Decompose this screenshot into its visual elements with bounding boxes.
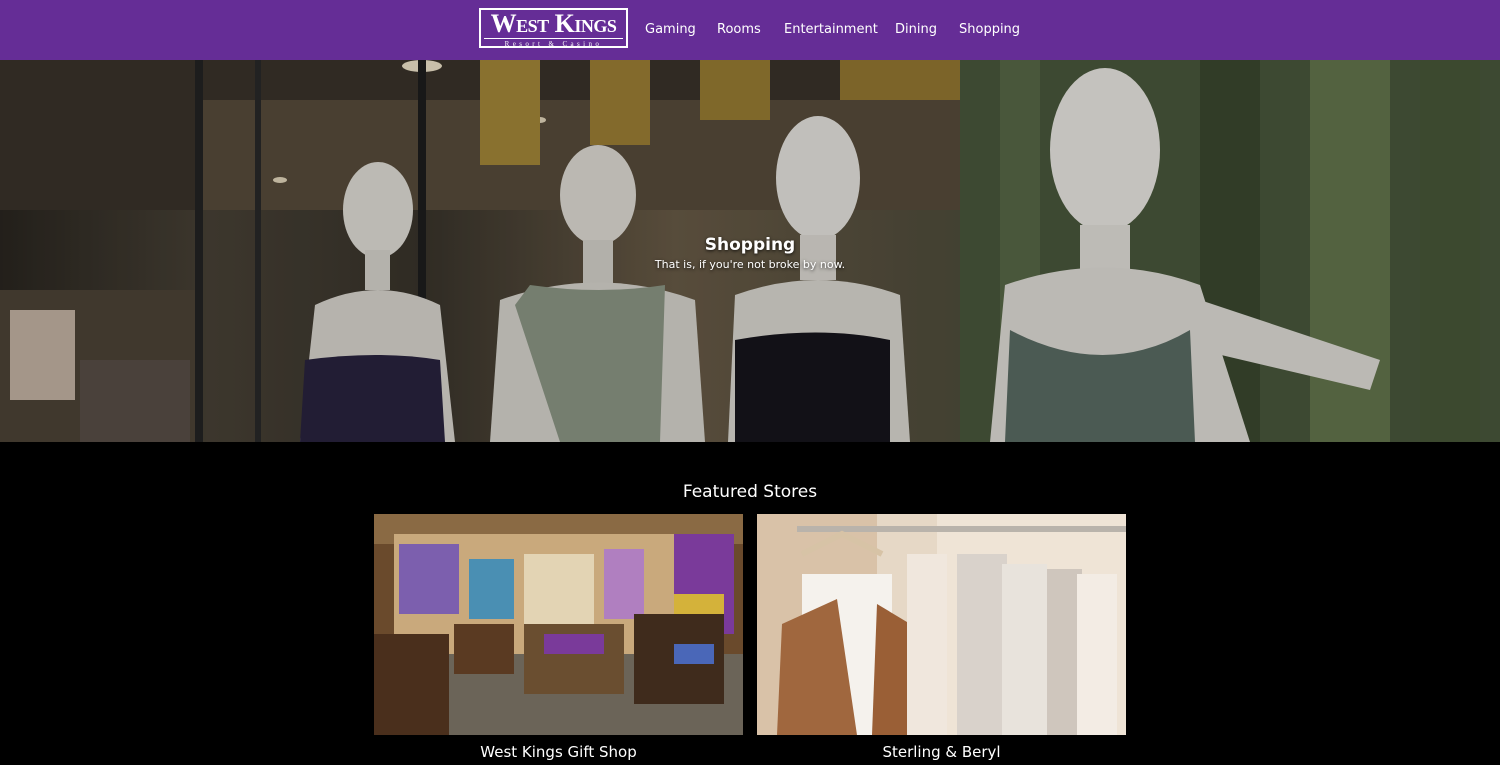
top-navigation-bar: West Kings Resort & Casino Gaming Rooms … bbox=[0, 0, 1500, 60]
west-kings-logo[interactable]: West Kings Resort & Casino bbox=[479, 8, 628, 48]
hero-title: Shopping bbox=[704, 235, 796, 255]
featured-stores-heading: Featured Stores bbox=[682, 482, 818, 502]
store-name-sterling-beryl[interactable]: Sterling & Beryl bbox=[757, 743, 1126, 761]
gift-shop-image bbox=[374, 514, 743, 735]
hero-banner: Shopping That is, if you're not broke by… bbox=[0, 60, 1500, 442]
logo-main-text: West Kings bbox=[490, 9, 617, 38]
nav-gaming[interactable]: Gaming bbox=[645, 0, 696, 60]
nav-shopping[interactable]: Shopping bbox=[959, 0, 1020, 60]
hero-subtitle: That is, if you're not broke by now. bbox=[654, 258, 846, 271]
nav-entertainment[interactable]: Entertainment bbox=[784, 0, 878, 60]
nav-dining[interactable]: Dining bbox=[895, 0, 937, 60]
store-card-sterling-beryl[interactable]: Sterling & Beryl bbox=[757, 514, 1126, 765]
store-card-gift-shop[interactable]: West Kings Gift Shop bbox=[374, 514, 743, 765]
nav-rooms[interactable]: Rooms bbox=[717, 0, 761, 60]
logo-sub-text: Resort & Casino bbox=[484, 38, 623, 48]
store-name-gift-shop[interactable]: West Kings Gift Shop bbox=[374, 743, 743, 761]
sterling-beryl-image bbox=[757, 514, 1126, 735]
